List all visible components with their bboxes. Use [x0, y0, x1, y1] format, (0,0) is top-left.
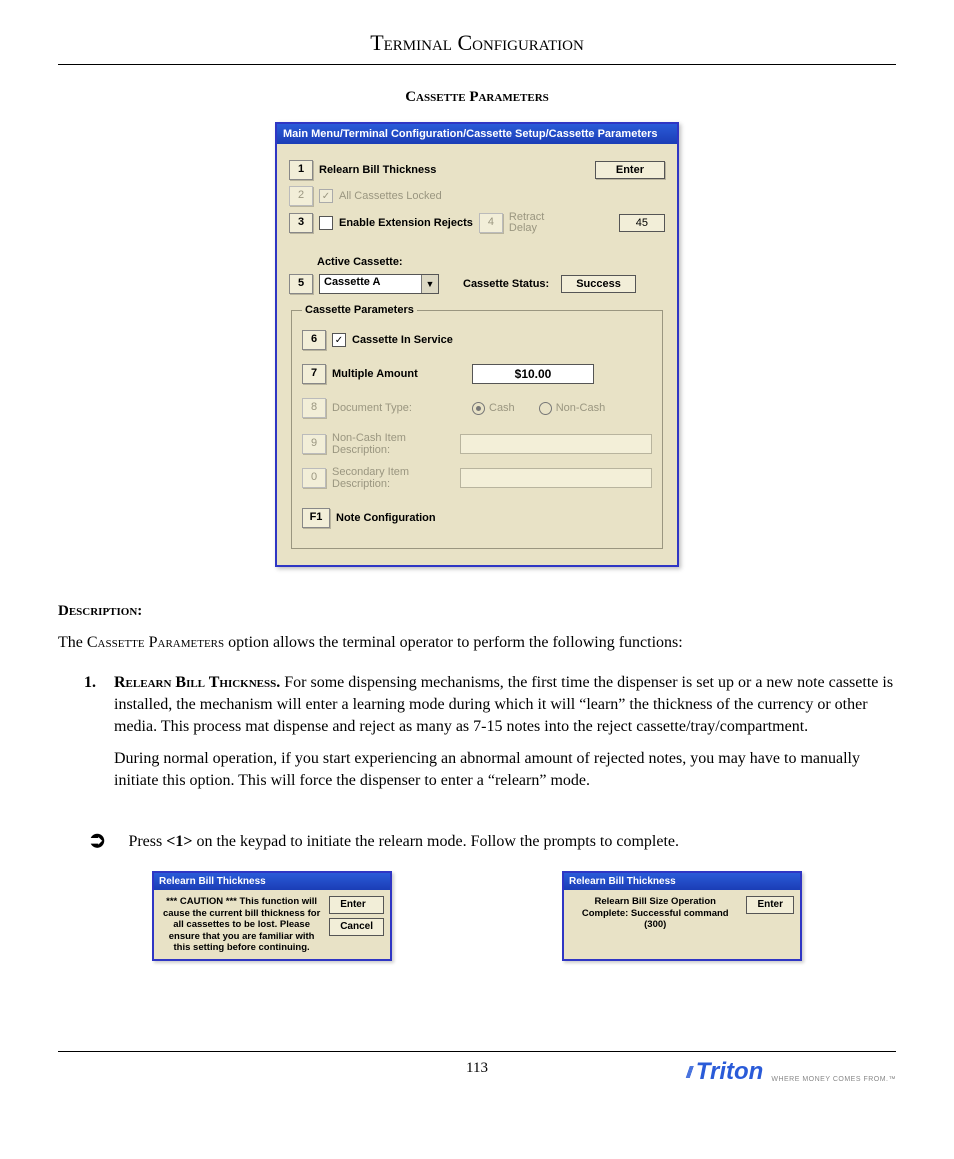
key-7-button[interactable]: 7: [302, 364, 326, 384]
key-0-button: 0: [302, 468, 326, 488]
brand-logo: //// Triton WHERE MONEY COMES FROM.™: [686, 1058, 896, 1086]
noncash-radio: [539, 402, 552, 415]
multiple-amount-value[interactable]: $10.00: [472, 364, 594, 384]
cassette-in-service-checkbox[interactable]: ✓: [332, 333, 346, 347]
relearn-bill-thickness-label: Relearn Bill Thickness: [319, 164, 436, 176]
mini-title-left: Relearn Bill Thickness: [154, 873, 390, 891]
page-title: Terminal Configuration: [58, 30, 896, 65]
mini-cancel-button-left[interactable]: Cancel: [329, 918, 384, 936]
secondary-desc-field: [460, 468, 652, 488]
noncash-desc-label: Non-Cash Item Description:: [332, 432, 442, 456]
cassette-parameters-group: Cassette Parameters 6 ✓ Cassette In Serv…: [291, 304, 663, 549]
relearn-caution-dialog: Relearn Bill Thickness *** CAUTION *** T…: [152, 871, 392, 962]
cassette-in-service-label: Cassette In Service: [352, 334, 453, 346]
mini-enter-button-right[interactable]: Enter: [746, 896, 794, 914]
multiple-amount-label: Multiple Amount: [332, 368, 442, 380]
enter-button[interactable]: Enter: [595, 161, 665, 179]
cassette-status-value: Success: [561, 275, 636, 293]
relearn-complete-dialog: Relearn Bill Thickness Relearn Bill Size…: [562, 871, 802, 962]
key-3-button[interactable]: 3: [289, 213, 313, 233]
section-title: Cassette Parameters: [58, 89, 896, 106]
mini-text-left: *** CAUTION *** This function will cause…: [160, 896, 323, 953]
brand-name: Triton: [696, 1058, 764, 1086]
retract-delay-label: Retract Delay: [509, 212, 559, 234]
list-item-1: 1. Relearn Bill Thickness. For some disp…: [84, 672, 896, 802]
mini-enter-button-left[interactable]: Enter: [329, 896, 384, 914]
key-9-button: 9: [302, 434, 326, 454]
active-cassette-value: Cassette A: [320, 275, 421, 293]
active-cassette-label: Active Cassette:: [317, 256, 403, 268]
page-footer: 113 //// Triton WHERE MONEY COMES FROM.™: [58, 1051, 896, 1104]
secondary-desc-label: Secondary Item Description:: [332, 466, 442, 490]
wings-icon: ////: [686, 1062, 690, 1083]
relearn-p2: During normal operation, if you start ex…: [114, 748, 896, 792]
cash-radio-label: Cash: [489, 402, 515, 414]
document-type-label: Document Type:: [332, 402, 442, 414]
relearn-heading: Relearn Bill Thickness.: [114, 674, 280, 691]
key-8-button: 8: [302, 398, 326, 418]
arrow-icon: ➲: [88, 829, 106, 851]
chevron-down-icon[interactable]: ▼: [421, 275, 438, 293]
cash-radio: [472, 402, 485, 415]
brand-tagline: WHERE MONEY COMES FROM.™: [771, 1076, 896, 1083]
cassette-parameters-dialog: Main Menu/Terminal Configuration/Cassett…: [275, 122, 679, 567]
cassette-parameters-legend: Cassette Parameters: [302, 304, 417, 316]
noncash-desc-field: [460, 434, 652, 454]
enable-extension-rejects-label: Enable Extension Rejects: [339, 217, 473, 229]
note-configuration-label: Note Configuration: [336, 512, 436, 524]
key-2-button: 2: [289, 186, 313, 206]
list-number: 1.: [84, 672, 96, 802]
cassette-status-label: Cassette Status:: [463, 278, 549, 290]
mini-title-right: Relearn Bill Thickness: [564, 873, 800, 891]
all-cassettes-locked-checkbox: ✓: [319, 189, 333, 203]
key-5-button[interactable]: 5: [289, 274, 313, 294]
active-cassette-select[interactable]: Cassette A ▼: [319, 274, 439, 294]
noncash-radio-label: Non-Cash: [556, 402, 606, 414]
instruction-line: ➲ Press <1> on the keypad to initiate th…: [88, 831, 896, 853]
key-f1-button[interactable]: F1: [302, 508, 330, 528]
enable-extension-rejects-checkbox[interactable]: [319, 216, 333, 230]
key-1-button[interactable]: 1: [289, 160, 313, 180]
description-intro: The Cassette Parameters option allows th…: [58, 632, 896, 654]
retract-delay-value: 45: [619, 214, 665, 232]
all-cassettes-locked-label: All Cassettes Locked: [339, 190, 442, 202]
key-6-button[interactable]: 6: [302, 330, 326, 350]
description-heading: Description:: [58, 601, 896, 622]
key-4-button: 4: [479, 213, 503, 233]
mini-text-right: Relearn Bill Size Operation Complete: Su…: [570, 896, 740, 930]
dialog-titlebar: Main Menu/Terminal Configuration/Cassett…: [277, 124, 677, 144]
